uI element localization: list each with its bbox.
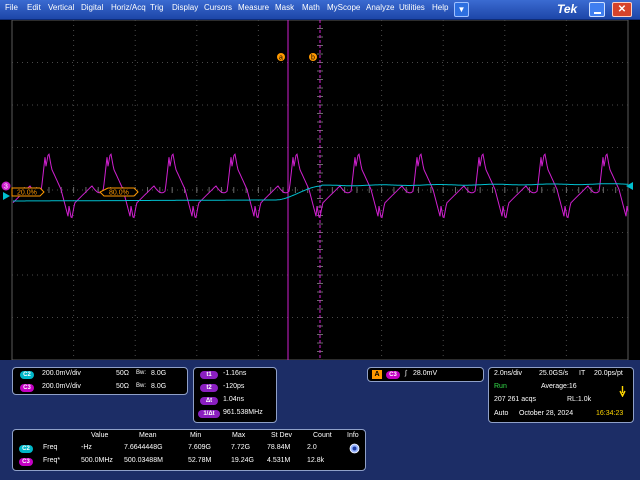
stats-header-min: Min: [190, 432, 202, 439]
row-c2-max: 7.72G: [231, 444, 251, 451]
cursor-inverse-chip: 1/Δt: [198, 410, 220, 418]
row-c2-mean: 7.6644448G: [124, 444, 163, 451]
svg-text:3: 3: [4, 184, 8, 191]
record-length: RL:1.0k: [567, 396, 592, 403]
menu-utilities[interactable]: Utilities: [399, 3, 425, 12]
ch3-bw-icon: Bw:: [136, 383, 147, 389]
trigger-slope-icon: ∫: [405, 370, 407, 377]
row-c3-mean: 500.03488M: [124, 457, 163, 464]
acq-mode-it: IT: [579, 370, 586, 377]
trigger-status-icon: [619, 386, 626, 397]
time: 16:34:23: [596, 410, 624, 417]
menu-cursors[interactable]: Cursors: [204, 3, 232, 12]
time-per-point: 20.0ps/pt: [594, 370, 623, 377]
row-c2-min: 7.609G: [188, 444, 211, 451]
ch3-vdiv[interactable]: 200.0mV/div: [42, 383, 81, 390]
trigger-source-chip: C3: [386, 371, 400, 379]
stats-header-max: Max: [232, 432, 246, 439]
menu-digital[interactable]: Digital: [81, 3, 103, 12]
trigger-level-marker[interactable]: [626, 182, 633, 190]
menu-file[interactable]: File: [5, 3, 18, 12]
average-count: Average:16: [541, 383, 577, 390]
menu-display[interactable]: Display: [172, 3, 198, 12]
ref-ch3-label: 80.0%: [109, 190, 129, 197]
trigger-level: 28.0mV: [413, 370, 438, 377]
menu-trig[interactable]: Trig: [150, 3, 163, 12]
menu-horiz-acq[interactable]: Horiz/Acq: [111, 3, 146, 12]
row-c2-value: -Hz: [81, 444, 92, 451]
menu-analyze[interactable]: Analyze: [366, 3, 394, 12]
row-c3-min: 52.78M: [188, 457, 212, 464]
row-c3-value: 500.0MHz: [81, 457, 113, 464]
stats-header-value: Value: [91, 432, 109, 439]
ref-level-ch3[interactable]: 80.0%: [99, 187, 139, 197]
ch3-impedance: 50Ω: [116, 383, 130, 390]
cursor-delta-value: 1.04ns: [223, 396, 245, 403]
trigger-box[interactable]: A C3 ∫ 28.0mV: [367, 367, 484, 382]
acquisition-count: 207 261 acqs: [494, 396, 537, 403]
ch2-impedance: 50Ω: [116, 370, 130, 377]
cursor-t2-value: -120ps: [223, 383, 245, 390]
trigger-mode: A: [372, 370, 382, 379]
menu-myscope[interactable]: MyScope: [327, 3, 360, 12]
row-c3-stdev: 4.531M: [267, 457, 291, 464]
stats-header-info: Info: [347, 432, 359, 439]
ref-level-ch2[interactable]: 20.0%: [11, 187, 45, 197]
row-c3-max: 19.24G: [231, 457, 254, 464]
minimize-button[interactable]: [589, 2, 605, 17]
ch2-bandwidth: 8.0G: [151, 370, 167, 377]
row-c2-count: 2.0: [307, 444, 317, 451]
ch3-chip[interactable]: C3: [20, 384, 34, 392]
channel-settings-box: C2 200.0mV/div 50Ω Bw: 8.0G C3 200.0mV/d…: [12, 367, 188, 395]
cursor-a-marker[interactable]: a: [277, 53, 285, 62]
trigger-auto-mode: Auto: [494, 410, 509, 417]
stats-header-count: Count: [313, 432, 332, 439]
menu-vertical[interactable]: Vertical: [48, 3, 74, 12]
cursor-t1-chip: t1: [200, 371, 218, 379]
status-panel: C2 200.0mV/div 50Ω Bw: 8.0G C3 200.0mV/d…: [0, 360, 640, 480]
row-c3-chip: C3: [19, 458, 33, 466]
row-c2-stdev: 78.84M: [267, 444, 291, 451]
menu-edit[interactable]: Edit: [27, 3, 41, 12]
menu-mask[interactable]: Mask: [275, 3, 294, 12]
acquisition-box[interactable]: 2.0ns/div 25.0GS/s IT 20.0ps/pt Run Aver…: [488, 367, 634, 423]
menu-help[interactable]: Help: [432, 3, 448, 12]
ch2-bw-icon: Bw:: [136, 370, 147, 376]
ch3-bandwidth: 8.0G: [151, 383, 167, 390]
ch3-position-marker[interactable]: 3: [1, 181, 11, 191]
minimize-icon: [594, 12, 601, 14]
sample-rate: 25.0GS/s: [539, 370, 569, 377]
cursor-t1-value: -1.16ns: [223, 370, 247, 377]
menu-dropdown-button[interactable]: ▼: [454, 2, 469, 17]
info-icon[interactable]: [349, 443, 360, 454]
stats-header-stdev: St Dev: [271, 432, 293, 439]
row-c3-name: Freq*: [43, 457, 61, 464]
stats-header-mean: Mean: [139, 432, 157, 439]
date: October 28, 2024: [519, 410, 574, 417]
measurement-stats-table[interactable]: Value Mean Min Max St Dev Count Info C2 …: [12, 429, 366, 471]
cursor-a-label: a: [279, 55, 283, 62]
run-state: Run: [494, 383, 507, 390]
cursor-readout-box[interactable]: t1 -1.16ns t2 -120ps Δt 1.04ns 1/Δt 961.…: [193, 367, 277, 423]
waveform-display[interactable]: a b 20.0% 80.0% 3: [0, 20, 640, 360]
ch2-vdiv[interactable]: 200.0mV/div: [42, 370, 81, 377]
menu-bar: File Edit Vertical Digital Horiz/Acq Tri…: [0, 0, 640, 20]
cursor-delta-chip: Δt: [200, 397, 218, 405]
ch2-position-marker[interactable]: [3, 192, 10, 200]
ref-ch2-label: 20.0%: [17, 190, 37, 197]
row-c3-count: 12.8k: [307, 457, 325, 464]
row-c2-chip: C2: [19, 445, 33, 453]
cursor-b-label: b: [311, 55, 315, 62]
menu-measure[interactable]: Measure: [238, 3, 269, 12]
cursor-b-marker[interactable]: b: [309, 53, 317, 62]
close-button[interactable]: ✕: [612, 2, 632, 17]
cursor-inverse-value: 961.538MHz: [223, 409, 263, 416]
cursor-t2-chip: t2: [200, 384, 218, 392]
tek-logo: Tek: [557, 2, 578, 16]
ch2-chip[interactable]: C2: [20, 371, 34, 379]
row-c2-name: Freq: [43, 444, 58, 451]
horizontal-scale: 2.0ns/div: [494, 370, 523, 377]
menu-math[interactable]: Math: [302, 3, 320, 12]
